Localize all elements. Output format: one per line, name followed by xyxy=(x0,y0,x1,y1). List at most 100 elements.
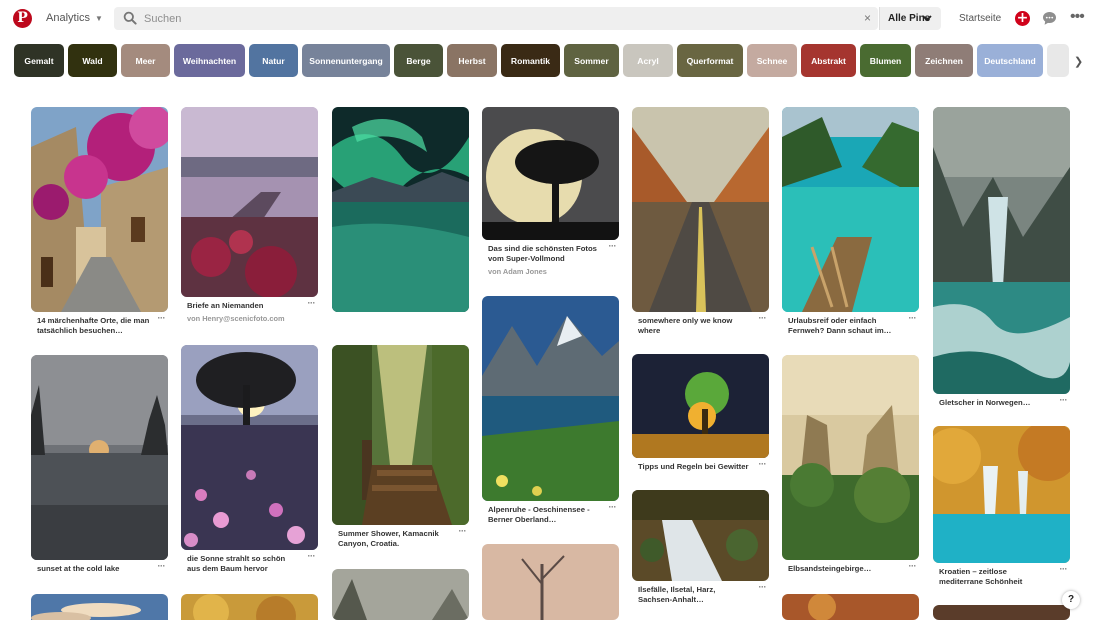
pin-card[interactable] xyxy=(31,594,168,620)
chevron-right-icon[interactable]: ❯ xyxy=(1074,55,1083,68)
pin-card[interactable]: somewhere only we know where ··· xyxy=(632,107,769,336)
pin-menu-icon[interactable]: ··· xyxy=(459,526,467,536)
pin-title: Urlaubsreif oder einfach Fernweh? Dann s… xyxy=(788,316,892,335)
pin-menu-icon[interactable]: ··· xyxy=(308,551,316,561)
chip-zeichnen[interactable]: Zeichnen xyxy=(915,44,973,77)
pin-card[interactable]: Urlaubsreif oder einfach Fernweh? Dann s… xyxy=(782,107,919,336)
chip-herbst[interactable]: Herbst xyxy=(447,44,497,77)
chevron-down-icon xyxy=(922,15,932,22)
chip-meer[interactable]: Meer xyxy=(121,44,170,77)
pin-menu-icon[interactable]: ··· xyxy=(609,241,617,251)
pin-menu-icon[interactable]: ··· xyxy=(1060,564,1068,574)
pin-menu-icon[interactable]: ··· xyxy=(158,561,166,571)
pin-image[interactable] xyxy=(632,107,769,312)
clear-search-icon[interactable]: × xyxy=(864,11,871,25)
pin-image[interactable] xyxy=(933,426,1070,563)
pin-card[interactable]: sunset at the cold lake ··· xyxy=(31,355,168,574)
pin-menu-icon[interactable]: ··· xyxy=(158,313,166,323)
chip-partial[interactable] xyxy=(1047,44,1069,77)
pin-image[interactable] xyxy=(31,355,168,560)
pin-card[interactable] xyxy=(181,594,318,620)
more-options-icon[interactable]: ••• xyxy=(1070,8,1085,26)
chip-weihnachten[interactable]: Weihnachten xyxy=(174,44,245,77)
pin-image[interactable] xyxy=(181,594,318,620)
chip-abstrakt[interactable]: Abstrakt xyxy=(801,44,856,77)
top-bar: P Analytics ▼ × Alle Pins Startseite + ••… xyxy=(0,0,1100,38)
messages-icon[interactable] xyxy=(1042,11,1057,26)
search-icon xyxy=(123,11,137,25)
pin-card[interactable] xyxy=(332,107,469,312)
pin-card[interactable] xyxy=(782,594,919,620)
pin-card[interactable]: Kroatien – zeitlose mediterrane Schönhei… xyxy=(933,426,1070,587)
pin-card[interactable]: Tipps und Regeln bei Gewitter ··· xyxy=(632,354,769,472)
chip-deutschland[interactable]: Deutschland xyxy=(977,44,1043,77)
chip-blumen[interactable]: Blumen xyxy=(860,44,911,77)
guided-search-chips: Gemalt Wald Meer Weihnachten Natur Sonne… xyxy=(0,44,1100,78)
pin-card[interactable]: Summer Shower, Kamacnik Canyon, Croatia.… xyxy=(332,345,469,549)
pin-caption: Elbsandsteingebirge… ··· xyxy=(782,560,919,574)
pin-menu-icon[interactable]: ··· xyxy=(308,298,316,308)
chip-wald[interactable]: Wald xyxy=(68,44,117,77)
pin-image[interactable] xyxy=(181,107,318,297)
pin-image[interactable] xyxy=(933,605,1070,620)
pin-image[interactable] xyxy=(933,107,1070,394)
pin-card[interactable]: 14 märchenhafte Orte, die man tatsächlic… xyxy=(31,107,168,336)
analytics-label: Analytics xyxy=(46,12,91,24)
pin-card[interactable]: Elbsandsteingebirge… ··· xyxy=(782,355,919,574)
search-input[interactable] xyxy=(144,10,844,27)
pin-image[interactable] xyxy=(31,594,168,620)
pin-menu-icon[interactable]: ··· xyxy=(909,561,917,571)
pin-card[interactable]: Gletscher in Norwegen… ··· xyxy=(933,107,1070,408)
analytics-menu[interactable]: Analytics ▼ xyxy=(46,12,103,24)
pin-caption: Gletscher in Norwegen… ··· xyxy=(933,394,1070,408)
chip-berge[interactable]: Berge xyxy=(394,44,443,77)
chip-natur[interactable]: Natur xyxy=(249,44,298,77)
home-link[interactable]: Startseite xyxy=(959,13,1001,24)
pin-menu-icon[interactable]: ··· xyxy=(909,313,917,323)
pin-title: 14 märchenhafte Orte, die man tatsächlic… xyxy=(37,316,150,335)
add-pin-icon[interactable]: + xyxy=(1015,11,1030,26)
pin-title: die Sonne strahlt so schön aus dem Baum … xyxy=(187,554,286,573)
pin-image[interactable] xyxy=(782,107,919,312)
pin-card[interactable] xyxy=(933,605,1070,620)
chip-acryl[interactable]: Acryl xyxy=(623,44,673,77)
pin-card[interactable]: Alpenruhe - Oeschinensee - Berner Oberla… xyxy=(482,296,619,525)
pin-menu-icon[interactable]: ··· xyxy=(759,459,767,469)
pin-title: somewhere only we know where xyxy=(638,316,733,335)
pin-image[interactable] xyxy=(632,490,769,581)
pin-menu-icon[interactable]: ··· xyxy=(759,582,767,592)
pin-card[interactable] xyxy=(332,569,469,620)
pin-card[interactable]: Ilsefälle, Ilsetal, Harz, Sachsen-Anhalt… xyxy=(632,490,769,605)
chip-schnee[interactable]: Schnee xyxy=(747,44,797,77)
pin-byline[interactable]: von Henry@scenicfoto.com xyxy=(181,311,318,323)
chip-sonnenuntergang[interactable]: Sonnenuntergang xyxy=(302,44,390,77)
pin-image[interactable] xyxy=(782,355,919,560)
pin-image[interactable] xyxy=(482,296,619,501)
pin-image[interactable] xyxy=(181,345,318,550)
pin-menu-icon[interactable]: ··· xyxy=(1060,395,1068,405)
pin-image[interactable] xyxy=(332,107,469,312)
chip-querformat[interactable]: Querformat xyxy=(677,44,743,77)
pin-menu-icon[interactable]: ··· xyxy=(759,313,767,323)
chip-sommer[interactable]: Sommer xyxy=(564,44,619,77)
pin-card[interactable]: die Sonne strahlt so schön aus dem Baum … xyxy=(181,345,318,574)
pin-card[interactable]: Das sind die schönsten Fotos vom Super-V… xyxy=(482,107,619,276)
pin-title: Das sind die schönsten Fotos vom Super-V… xyxy=(488,244,597,263)
chip-romantik[interactable]: Romantik xyxy=(501,44,560,77)
pin-image[interactable] xyxy=(31,107,168,312)
pin-image[interactable] xyxy=(332,345,469,525)
search-scope-select[interactable]: Alle Pins xyxy=(879,7,941,30)
pin-image[interactable] xyxy=(782,594,919,620)
help-button[interactable]: ? xyxy=(1062,591,1080,609)
pin-card[interactable]: Briefe an Niemanden ··· von Henry@scenic… xyxy=(181,107,318,323)
pin-image[interactable] xyxy=(482,544,619,620)
chip-gemalt[interactable]: Gemalt xyxy=(14,44,64,77)
pin-image[interactable] xyxy=(632,354,769,458)
pin-image[interactable] xyxy=(482,107,619,240)
chevron-down-icon: ▼ xyxy=(95,14,103,23)
pin-byline[interactable]: von Adam Jones xyxy=(482,264,619,276)
pin-image[interactable] xyxy=(332,569,469,620)
pinterest-logo[interactable]: P xyxy=(13,9,32,28)
pin-menu-icon[interactable]: ··· xyxy=(609,502,617,512)
pin-card[interactable] xyxy=(482,544,619,620)
